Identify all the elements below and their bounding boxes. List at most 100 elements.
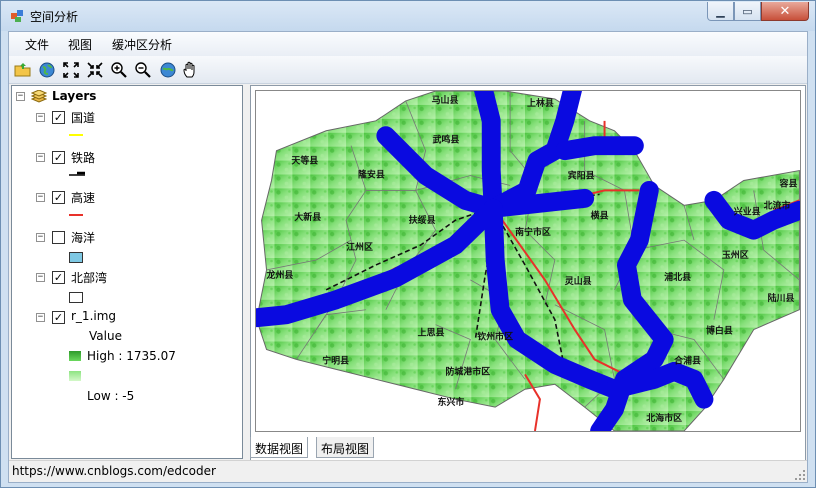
fixed-zoom-icon [87, 62, 103, 78]
map-label: 南宁市区 [515, 226, 551, 238]
close-button[interactable]: ✕ [761, 2, 809, 21]
map-label: 陆川县 [768, 292, 795, 304]
zoom-out-button[interactable] [134, 61, 152, 79]
title-bar[interactable]: 空间分析 ▁ ▭ ✕ [1, 1, 815, 31]
collapse-toggle[interactable]: − [36, 273, 45, 282]
app-icon [11, 10, 23, 22]
legend-line-swatch [69, 214, 83, 216]
layer-visibility-checkbox[interactable]: ✓ [52, 271, 65, 284]
layer-visibility-checkbox[interactable]: ✓ [52, 151, 65, 164]
map-label: 玉州区 [722, 250, 749, 261]
legend-fill-swatch [69, 292, 83, 303]
collapse-toggle[interactable]: − [36, 153, 45, 162]
map-label: 上林县 [527, 97, 554, 109]
map-label: 大新县 [294, 211, 321, 223]
layer-row-raster[interactable]: − ✓ r_1.img [12, 309, 242, 325]
menu-bar: 文件 视图 缓冲区分析 [9, 32, 807, 56]
menu-buffer-analysis[interactable]: 缓冲区分析 [112, 36, 172, 53]
pan-hand-icon [183, 61, 195, 78]
layer-row-guodao[interactable]: − ✓ 国道 [12, 109, 242, 125]
map-label: 钦州市区 [477, 331, 513, 343]
zoom-in-button[interactable] [110, 61, 128, 79]
refresh-globe-button[interactable] [159, 61, 177, 79]
layer-row-ocean[interactable]: − 海洋 [12, 229, 242, 245]
map-label: 兴业县 [734, 205, 761, 217]
tab-data-view[interactable]: 数据视图 [250, 437, 309, 458]
map-label: 江州区 [346, 241, 373, 253]
map-label: 合浦县 [674, 354, 701, 366]
collapse-toggle[interactable]: − [16, 92, 25, 101]
minimize-icon: ▁ [716, 4, 725, 18]
open-button[interactable] [14, 61, 32, 79]
layers-stack-icon [31, 90, 47, 103]
tab-layout-view[interactable]: 布局视图 [316, 437, 375, 458]
layer-visibility-checkbox[interactable] [52, 231, 65, 244]
window-title: 空间分析 [30, 10, 79, 24]
globe-icon [39, 62, 55, 78]
layer-name: 北部湾 [71, 271, 108, 285]
full-extent-button[interactable] [62, 61, 80, 79]
maximize-button[interactable]: ▭ [734, 2, 761, 21]
layer-name: 国道 [71, 111, 96, 125]
close-icon: ✕ [779, 3, 791, 19]
map-control[interactable]: 马山县 上林县 武鸣县 天等县 隆安县 宾阳县 大新县 扶绥县 南宁市区 横县 … [250, 85, 806, 465]
layer-visibility-checkbox[interactable]: ✓ [52, 311, 65, 324]
refresh-globe-icon [160, 62, 176, 78]
collapse-toggle[interactable]: − [36, 233, 45, 242]
legend-railway-swatch [69, 171, 85, 176]
layer-name: 高速 [71, 191, 96, 205]
map-label: 横县 [591, 209, 609, 221]
layer-name: 海洋 [71, 231, 96, 245]
legend-line-swatch [69, 134, 83, 136]
full-extent-icon [63, 62, 79, 78]
view-tabs: 数据视图 布局视图 [250, 437, 806, 459]
layer-row-railway[interactable]: − ✓ 铁路 [12, 149, 242, 165]
pan-button[interactable] [182, 61, 200, 79]
tree-root[interactable]: − Layers [12, 89, 242, 105]
map-label: 扶绥县 [409, 214, 436, 226]
layer-tree[interactable]: − Layers − ✓ 国道 − ✓ 铁路 − ✓ 高速 − 海洋 − ✓ 北… [11, 85, 243, 459]
collapse-toggle[interactable]: − [36, 113, 45, 122]
layer-visibility-checkbox[interactable]: ✓ [52, 111, 65, 124]
layer-row-beibuwan[interactable]: − ✓ 北部湾 [12, 269, 242, 285]
map-label: 东兴市 [438, 396, 465, 408]
map-label: 上思县 [418, 327, 445, 339]
layer-name: r_1.img [71, 309, 117, 323]
map-label: 北流市 [764, 199, 791, 211]
toolbar [9, 56, 807, 84]
map-label: 浦北县 [664, 271, 691, 283]
maximize-icon: ▭ [742, 4, 753, 18]
map-label: 防城港市区 [445, 365, 490, 377]
fixed-zoom-button[interactable] [86, 61, 104, 79]
layer-visibility-checkbox[interactable]: ✓ [52, 191, 65, 204]
collapse-toggle[interactable]: − [36, 193, 45, 202]
client-area: 文件 视图 缓冲区分析 − Layers − ✓ 国道 − ✓ 铁路 − ✓ 高… [8, 31, 808, 483]
layer-name: 铁路 [71, 151, 96, 165]
collapse-toggle[interactable]: − [36, 313, 45, 322]
zoom-out-icon [135, 62, 151, 78]
map-label: 马山县 [432, 94, 459, 106]
globe-button[interactable] [38, 61, 56, 79]
status-text: https://www.cnblogs.com/edcoder [12, 464, 216, 478]
raster-value-label: Value [89, 329, 122, 343]
status-bar: https://www.cnblogs.com/edcoder [9, 460, 807, 482]
menu-view[interactable]: 视图 [68, 36, 92, 53]
map-label: 天等县 [291, 155, 318, 167]
minimize-button[interactable]: ▁ [707, 2, 734, 21]
layer-row-highway[interactable]: − ✓ 高速 [12, 189, 242, 205]
map-canvas[interactable]: 马山县 上林县 武鸣县 天等县 隆安县 宾阳县 大新县 扶绥县 南宁市区 横县 … [255, 90, 801, 432]
zoom-in-icon [111, 62, 127, 78]
map-label: 北海市区 [646, 412, 682, 424]
legend-fill-swatch [69, 252, 83, 263]
map-label: 容县 [779, 177, 798, 189]
menu-file[interactable]: 文件 [25, 36, 49, 53]
map-label: 宾阳县 [568, 169, 595, 181]
resize-grip-icon[interactable] [795, 470, 805, 480]
map-label: 龙州县 [266, 269, 294, 281]
map-label: 博白县 [706, 325, 733, 337]
map-label: 灵山县 [565, 275, 592, 287]
raster-high-label: High : 1735.07 [87, 349, 176, 363]
map-label: 隆安县 [358, 168, 385, 180]
panel-splitter[interactable] [243, 85, 249, 459]
legend-high-swatch [69, 351, 81, 361]
